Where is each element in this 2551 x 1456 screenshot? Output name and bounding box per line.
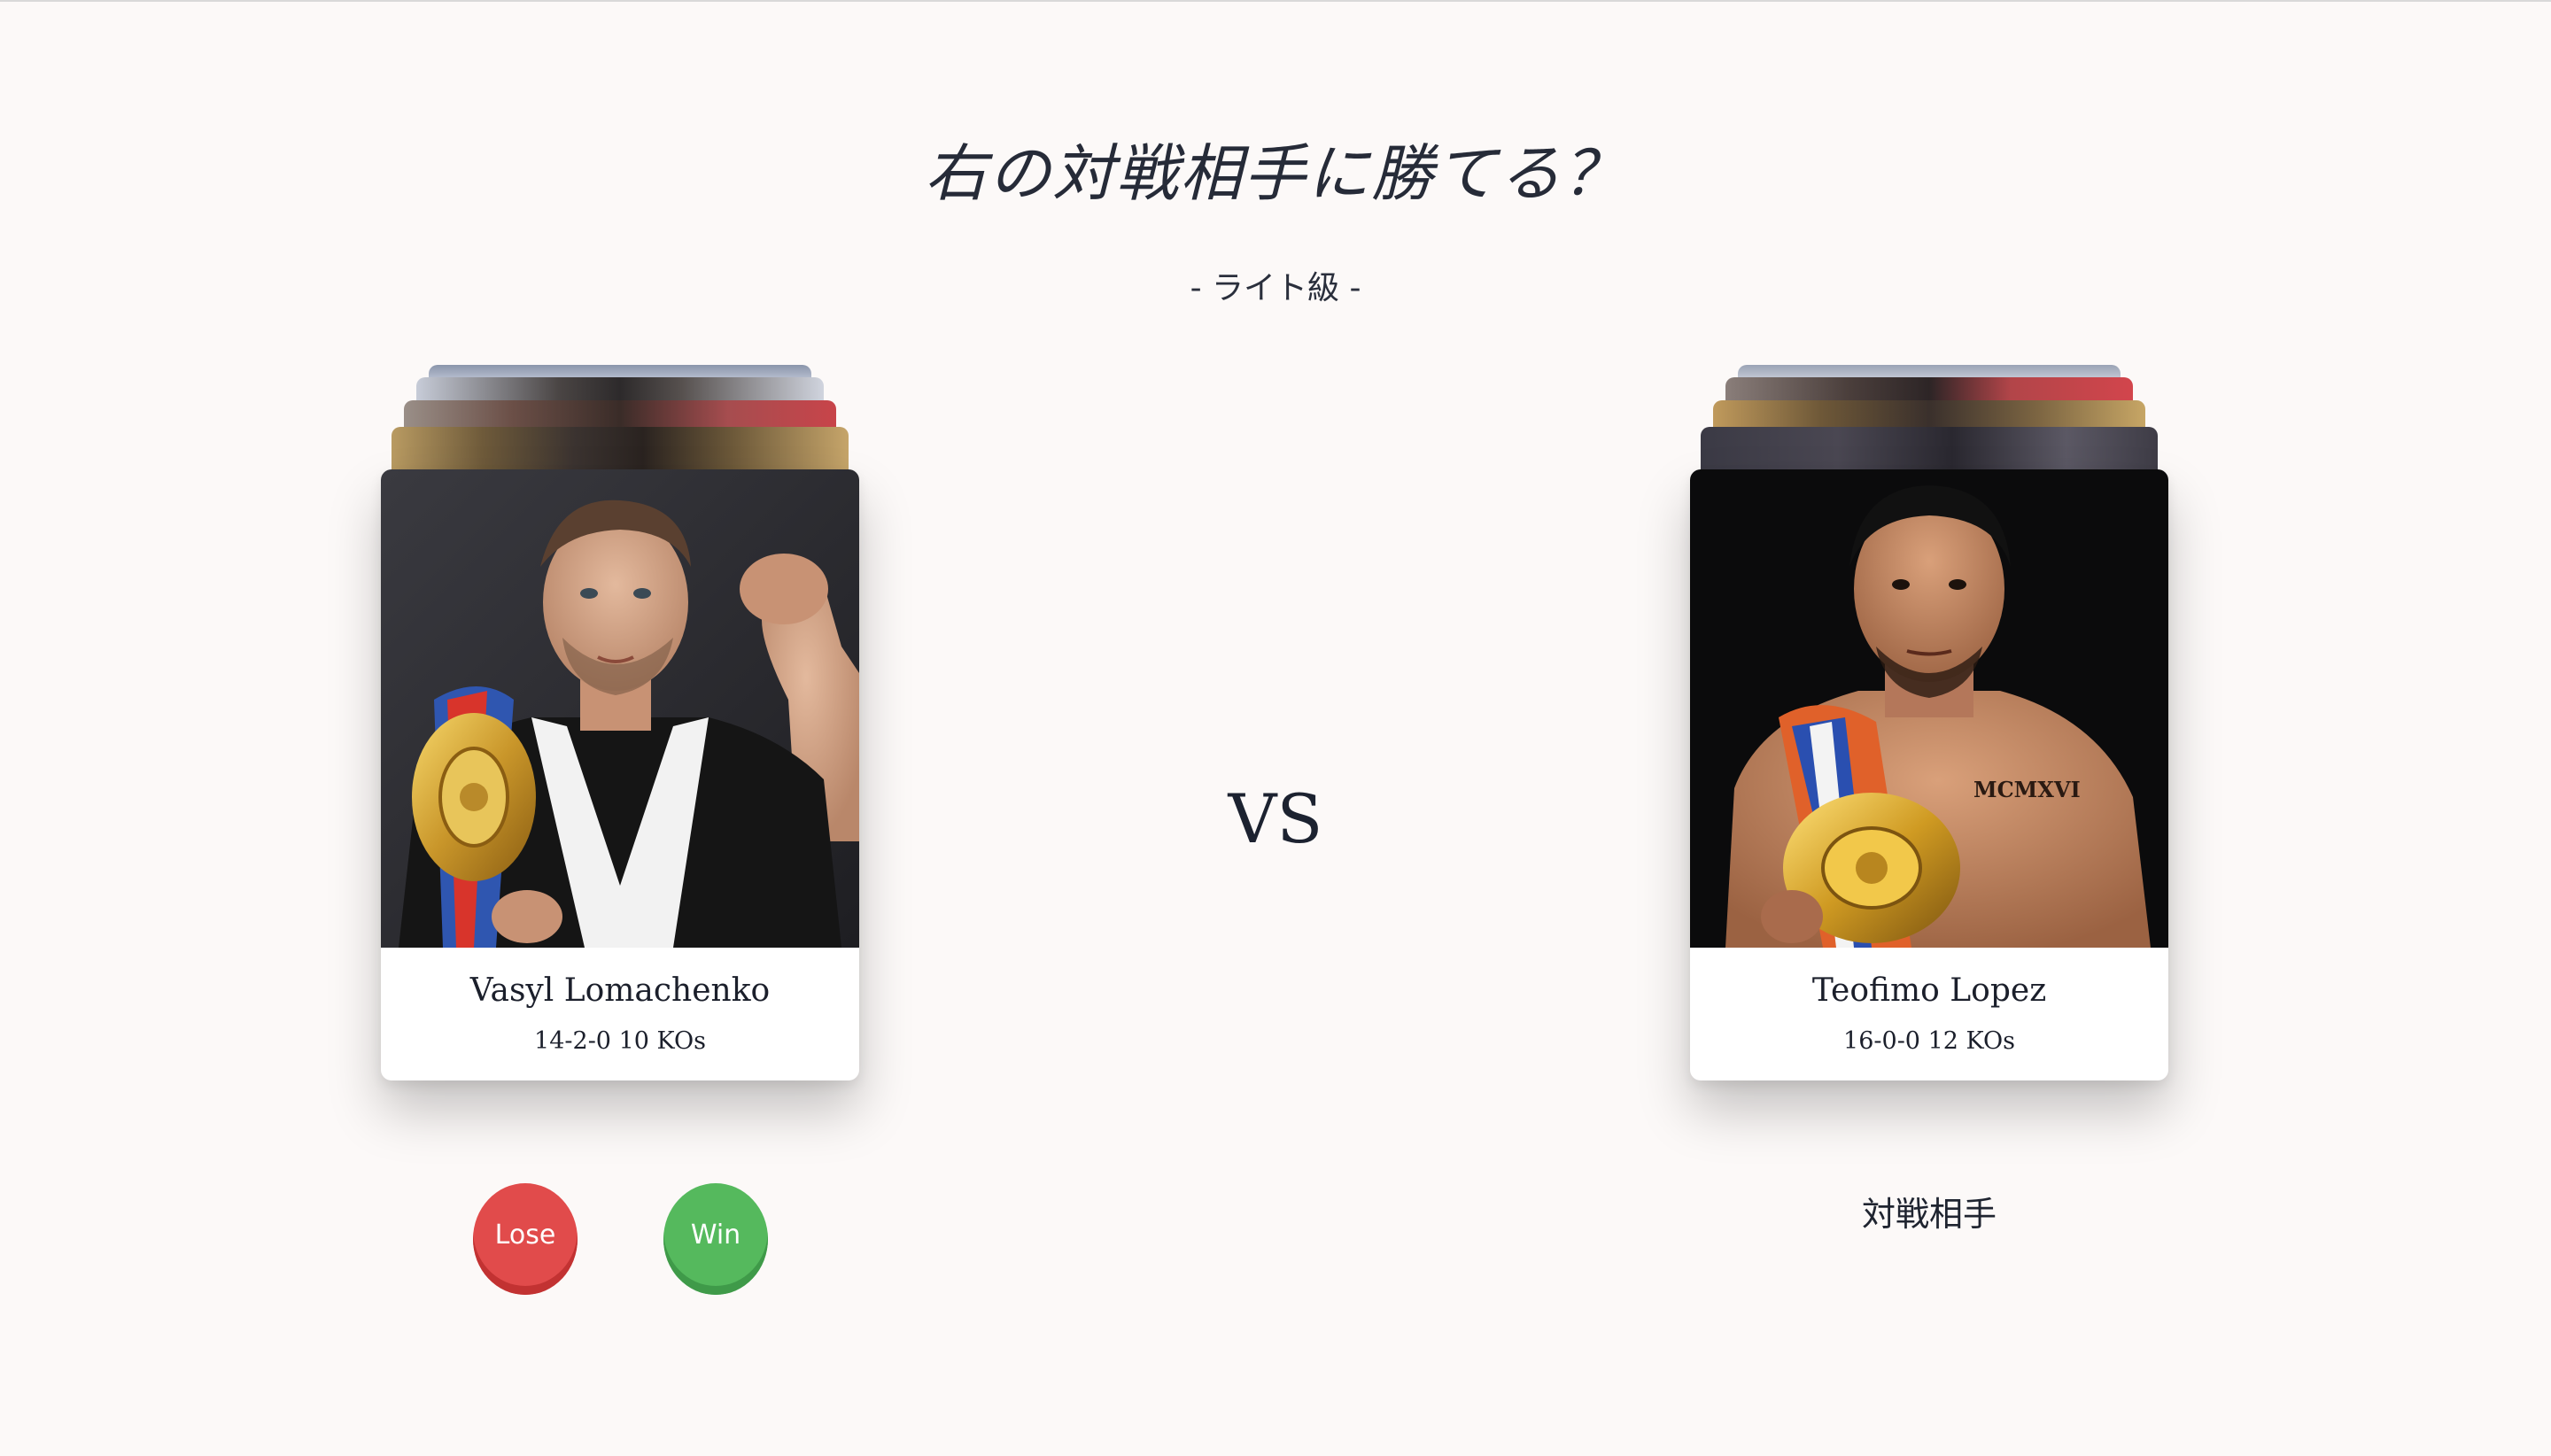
lose-button[interactable]: Lose xyxy=(473,1183,578,1295)
fighter-card[interactable]: Vasyl Lomachenko 14-2-0 10 KOs xyxy=(381,469,859,1080)
fighter-card: MCMXVI Teofimo Lopez 16-0-0 12 KOs xyxy=(1690,469,2168,1080)
fighter-photo: MCMXVI xyxy=(1690,469,2168,948)
fighter-record: 16-0-0 12 KOs xyxy=(1843,1027,2015,1055)
tattoo-text: MCMXVI xyxy=(1973,777,2081,802)
fighter-record: 14-2-0 10 KOs xyxy=(534,1027,706,1055)
vs-label: VS xyxy=(1228,779,1323,858)
fighter-name: Teofimo Lopez xyxy=(1811,972,2047,1009)
fighter-photo xyxy=(381,469,859,948)
page-title: 右の対戦相手に勝てる？ xyxy=(925,137,1626,210)
fighter-name: Vasyl Lomachenko xyxy=(469,972,771,1009)
top-divider xyxy=(0,0,2551,2)
fighter-info: Teofimo Lopez 16-0-0 12 KOs xyxy=(1690,948,2168,1080)
fighter-card-stack-left[interactable]: Vasyl Lomachenko 14-2-0 10 KOs xyxy=(381,365,859,1080)
win-button[interactable]: Win xyxy=(663,1183,768,1295)
fighter-info: Vasyl Lomachenko 14-2-0 10 KOs xyxy=(381,948,859,1080)
fighter-card-stack-right: MCMXVI Teofimo Lopez 16-0-0 12 KOs xyxy=(1690,365,2168,1080)
weight-class-label: - ライト級 - xyxy=(1190,270,1361,306)
opponent-label: 対戦相手 xyxy=(1861,1195,1997,1234)
